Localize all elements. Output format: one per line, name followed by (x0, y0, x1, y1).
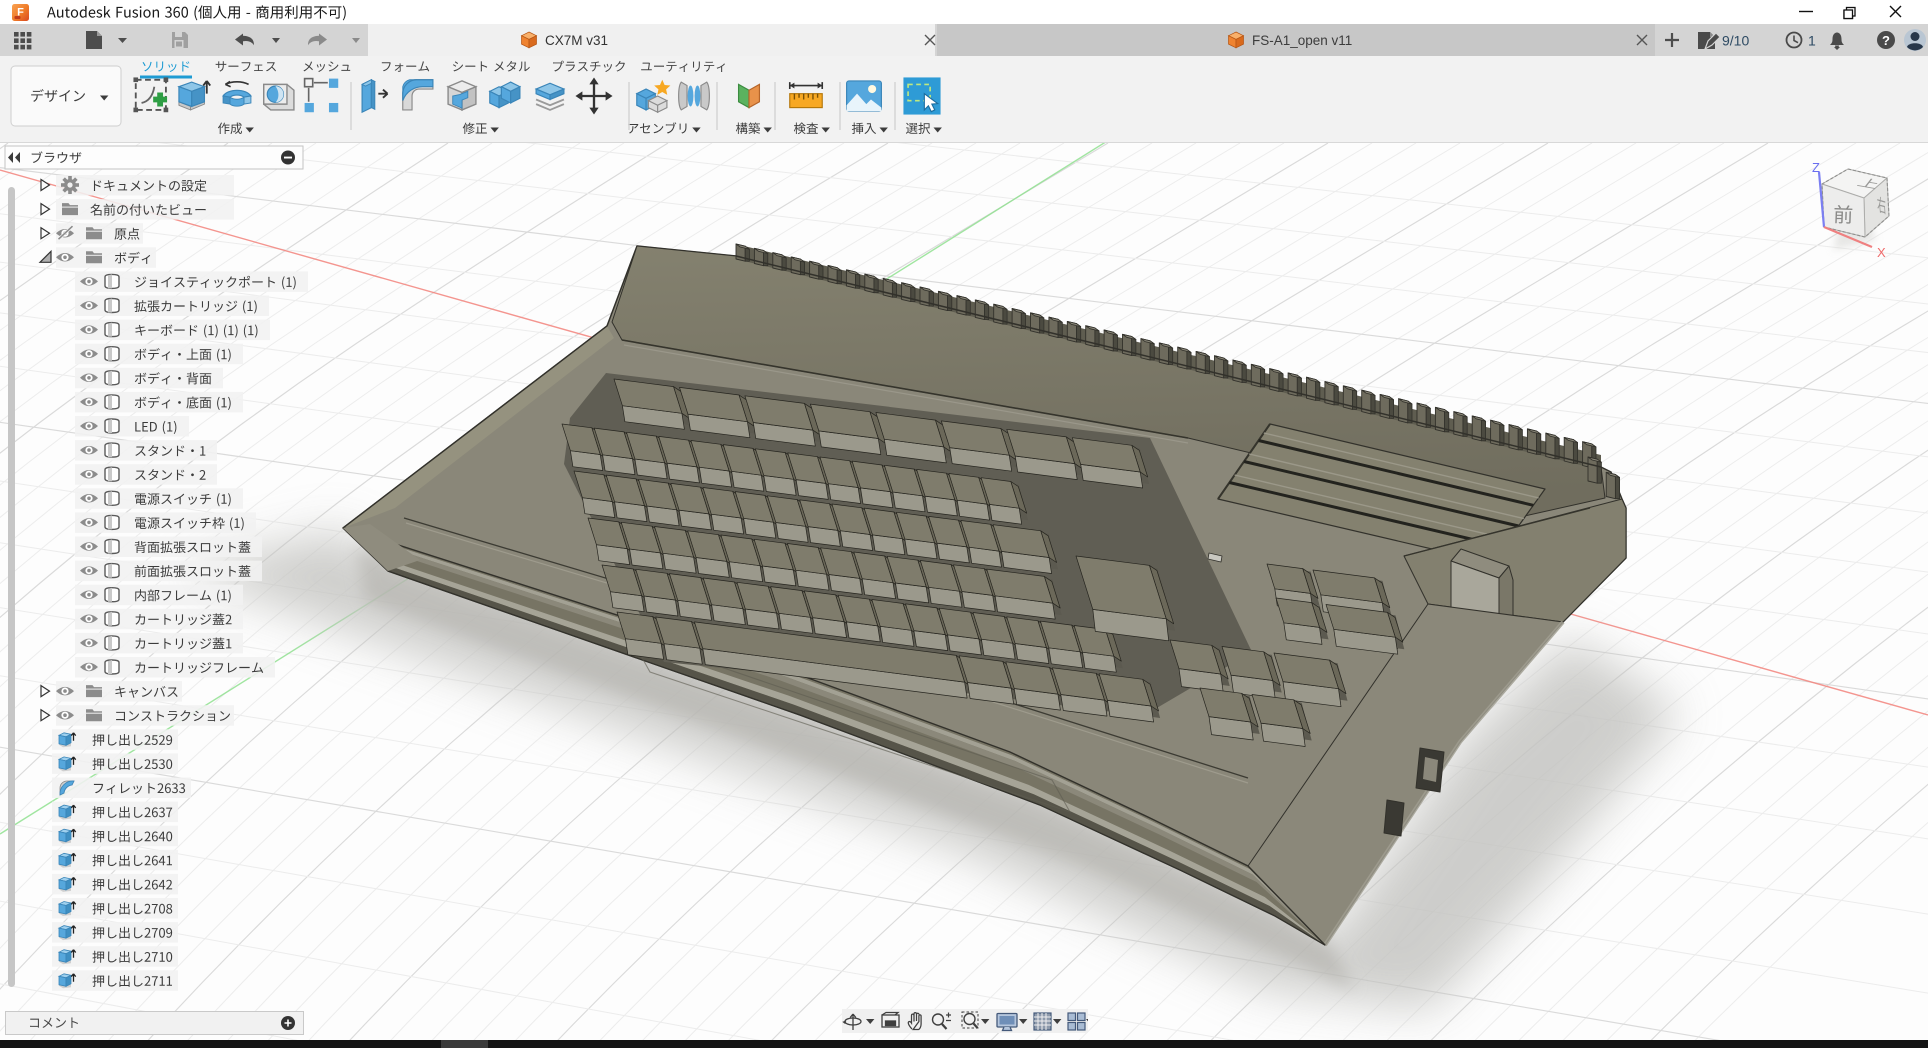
svg-text:FS-A1_open v11: FS-A1_open v11 (1252, 33, 1352, 48)
svg-text:X: X (1877, 245, 1886, 260)
svg-text:1: 1 (1808, 33, 1816, 49)
svg-text:Z: Z (1812, 160, 1820, 175)
svg-text:9/10: 9/10 (1722, 33, 1749, 49)
svg-text:CX7M v31: CX7M v31 (545, 33, 608, 48)
svg-text:?: ? (1882, 33, 1890, 48)
